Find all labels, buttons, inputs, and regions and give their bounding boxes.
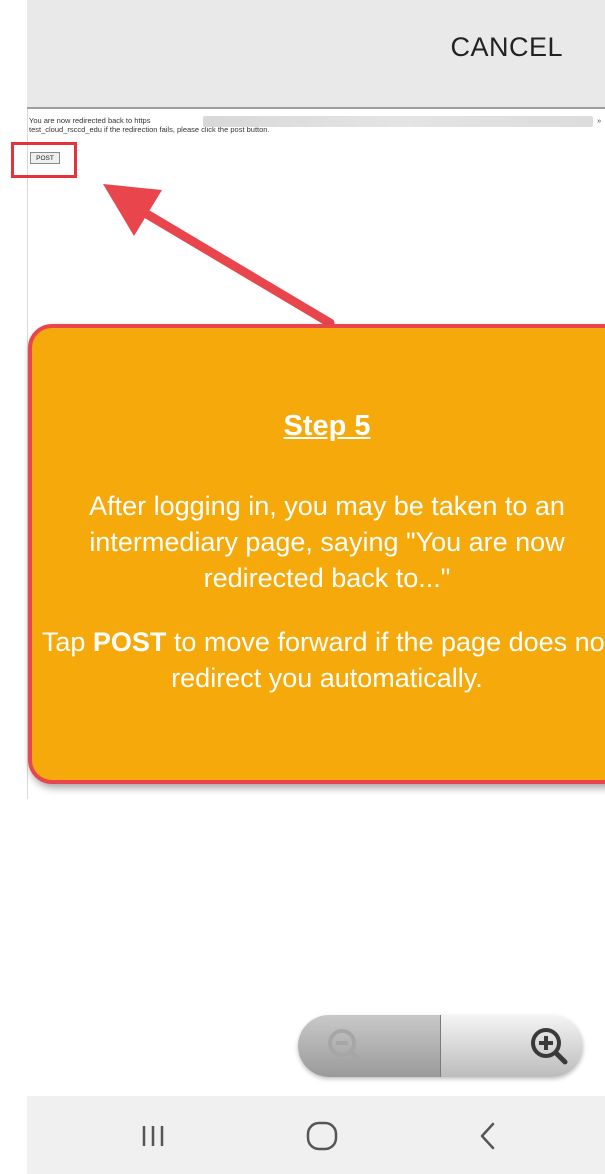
home-icon <box>306 1121 338 1151</box>
zoom-in-icon <box>531 1028 568 1065</box>
recent-apps-icon <box>142 1126 164 1146</box>
redacted-url <box>203 116 593 127</box>
zoom-out-button[interactable] <box>298 1015 440 1077</box>
home-button[interactable] <box>291 1114 351 1158</box>
callout-p2-before: Tap <box>41 627 86 657</box>
back-icon <box>480 1122 495 1150</box>
top-bar: CANCEL <box>27 0 605 109</box>
zoom-control <box>298 1015 583 1077</box>
arrow-head <box>103 184 162 236</box>
callout-body: After logging in, you may be taken to an… <box>32 488 605 696</box>
cancel-button[interactable]: CANCEL <box>450 32 563 63</box>
callout-title: Step 5 <box>283 410 371 442</box>
back-button[interactable] <box>457 1114 517 1158</box>
system-nav-bar <box>27 1096 605 1174</box>
callout-p2-bold: POST <box>92 627 167 657</box>
url-end-marker: » <box>597 116 602 125</box>
arrow-shaft <box>135 205 335 328</box>
recent-apps-button[interactable] <box>123 1114 183 1158</box>
zoom-in-button[interactable] <box>441 1015 583 1077</box>
post-button[interactable]: POST <box>30 152 60 164</box>
zoom-out-icon <box>328 1029 362 1063</box>
instruction-callout: Step 5 After logging in, you may be take… <box>28 324 605 784</box>
callout-paragraph-2: Tap POST to move forward if the page doe… <box>32 624 605 696</box>
callout-p2-after: to move forward if the page does not red… <box>171 627 605 693</box>
callout-paragraph-1: After logging in, you may be taken to an… <box>89 491 565 593</box>
